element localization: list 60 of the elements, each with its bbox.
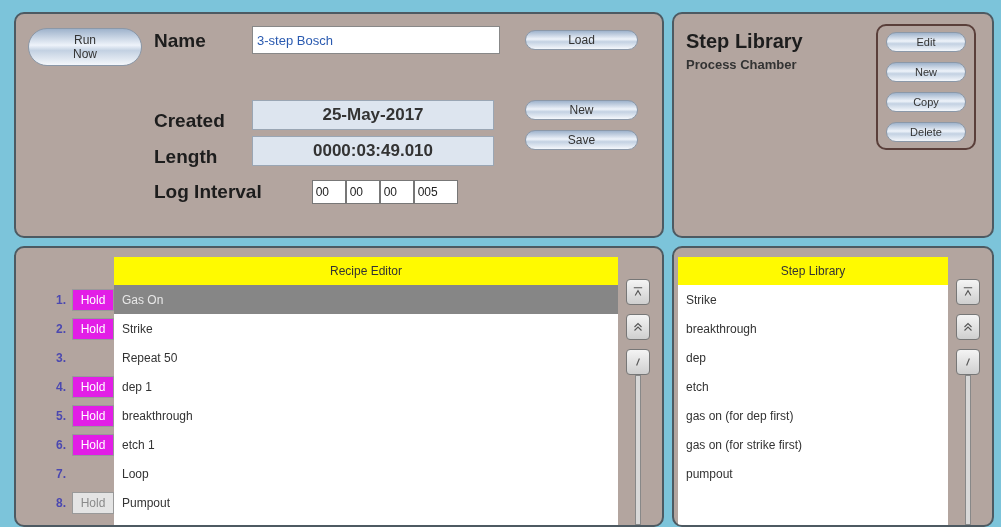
- top-icon: [961, 285, 975, 299]
- new-button[interactable]: New: [525, 100, 638, 120]
- log-interval-field[interactable]: 00: [345, 180, 380, 204]
- library-step-item[interactable]: breakthrough: [678, 314, 948, 343]
- top-icon: [631, 285, 645, 299]
- hold-button[interactable]: Hold: [72, 375, 114, 398]
- created-label: Created: [153, 110, 226, 132]
- library-button[interactable]: Delete: [886, 122, 966, 142]
- library-button[interactable]: Copy: [886, 92, 966, 112]
- library-step-item[interactable]: gas on (for dep first): [678, 401, 948, 430]
- run-now-button[interactable]: Run Now: [28, 28, 142, 66]
- hold-button[interactable]: Hold: [72, 404, 114, 427]
- scroll-track[interactable]: [635, 375, 641, 525]
- hold-button[interactable]: Hold: [72, 317, 114, 340]
- library-step-item[interactable]: Strike: [678, 285, 948, 314]
- list-header: Step Library: [678, 257, 948, 285]
- step-number: 5.: [56, 408, 66, 423]
- step-row[interactable]: Repeat 50: [114, 343, 618, 372]
- step-row[interactable]: breakthrough: [114, 401, 618, 430]
- scroll-up-button[interactable]: [626, 349, 650, 375]
- step-number: 8.: [56, 495, 66, 510]
- page-up-button[interactable]: [956, 314, 980, 340]
- library-step-item[interactable]: pumpout: [678, 459, 948, 488]
- page-up-button[interactable]: [626, 314, 650, 340]
- step-row[interactable]: Loop: [114, 459, 618, 488]
- step-number: 4.: [56, 379, 66, 394]
- library-step-item[interactable]: gas on (for strike first): [678, 430, 948, 459]
- name-field[interactable]: 3-step Bosch: [252, 26, 500, 54]
- length-label: Length: [153, 146, 219, 168]
- created-field: 25-May-2017: [252, 100, 494, 130]
- library-button[interactable]: New: [886, 62, 966, 82]
- hold-button[interactable]: Hold: [72, 288, 114, 311]
- step-number: 7.: [56, 466, 66, 481]
- step-row[interactable]: Pumpout: [114, 488, 618, 517]
- step-row[interactable]: etch 1: [114, 430, 618, 459]
- library-title: Step Library: [686, 30, 803, 53]
- length-field: 0000:03:49.010: [252, 136, 494, 166]
- log-interval-field[interactable]: 00: [379, 180, 414, 204]
- load-button[interactable]: Load: [525, 30, 638, 50]
- save-button[interactable]: Save: [525, 130, 638, 150]
- list-header: Recipe Editor: [114, 257, 618, 285]
- step-number: 3.: [56, 350, 66, 365]
- scroll-top-button[interactable]: [626, 279, 650, 305]
- step-number: 2.: [56, 321, 66, 336]
- step-row[interactable]: Strike: [114, 314, 618, 343]
- log-interval-field[interactable]: 005: [413, 180, 458, 204]
- library-step-item[interactable]: dep: [678, 343, 948, 372]
- log-interval-label: Log Interval: [154, 181, 262, 203]
- step-number: 6.: [56, 437, 66, 452]
- scroll-top-button[interactable]: [956, 279, 980, 305]
- library-step-item[interactable]: etch: [678, 372, 948, 401]
- name-label: Name: [153, 30, 207, 52]
- hold-button[interactable]: Hold: [72, 433, 114, 456]
- log-interval-field[interactable]: 00: [311, 180, 346, 204]
- step-row[interactable]: dep 1: [114, 372, 618, 401]
- scroll-track[interactable]: [965, 375, 971, 525]
- library-button[interactable]: Edit: [886, 32, 966, 52]
- chamber-label: Process Chamber: [686, 57, 798, 72]
- scroll-up-button[interactable]: [956, 349, 980, 375]
- step-number: 1.: [56, 292, 66, 307]
